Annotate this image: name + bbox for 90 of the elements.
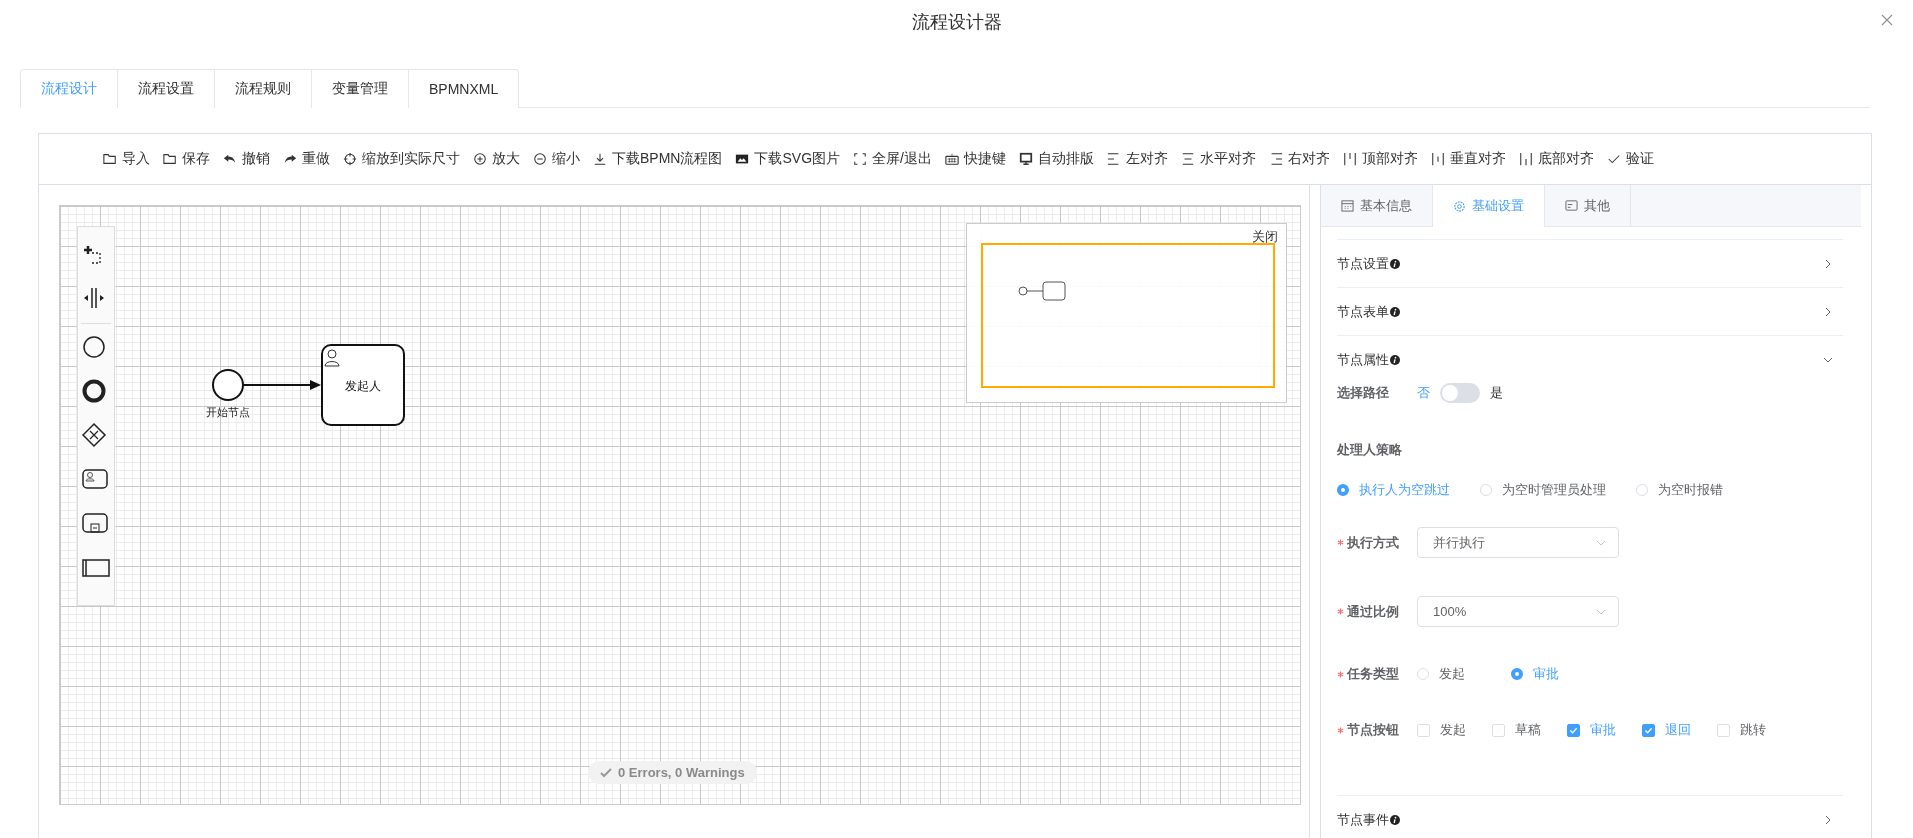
radio-option[interactable]: 为空时报错	[1636, 481, 1723, 499]
toolbar-button[interactable]: 底部对齐	[1518, 150, 1594, 168]
calendar-icon	[1341, 199, 1354, 212]
chevron-right-icon	[1823, 306, 1833, 317]
toggle-switch[interactable]	[1440, 383, 1480, 403]
tab[interactable]: 流程设置	[117, 69, 214, 108]
sequence-flow-arrow[interactable]	[242, 380, 321, 390]
info-icon	[1390, 258, 1400, 269]
info-icon	[1390, 306, 1400, 317]
download-icon	[593, 152, 607, 166]
field-label: 通过比例	[1347, 602, 1399, 621]
user-task-tool-icon[interactable]	[82, 466, 110, 492]
toolbar-button[interactable]: 顶部对齐	[1342, 150, 1418, 168]
toolbar-button[interactable]: 自动排版	[1018, 150, 1094, 168]
collapse-header[interactable]: 节点设置	[1337, 239, 1843, 287]
zoom-in-icon	[473, 152, 487, 166]
field-label: 执行方式	[1347, 533, 1399, 552]
field-label: 选择路径	[1337, 384, 1390, 402]
user-task[interactable]	[321, 344, 405, 426]
section-title: 节点事件	[1337, 810, 1389, 829]
checkbox-option[interactable]: 跳转	[1717, 721, 1766, 739]
subprocess-tool-icon[interactable]	[82, 510, 110, 536]
monitor-icon	[1018, 152, 1033, 166]
toolbar-button[interactable]: 快捷键	[944, 150, 1006, 168]
zoom-out-icon	[533, 152, 547, 166]
switch-on-label: 是	[1490, 384, 1503, 402]
toolbar-button[interactable]: 左对齐	[1106, 150, 1168, 168]
keyboard-icon	[944, 152, 959, 166]
image-icon	[735, 152, 750, 166]
toolbar-button[interactable]: 放大	[473, 150, 520, 168]
toolbar-button[interactable]: 缩放到实际尺寸	[343, 150, 460, 168]
toolbar-button[interactable]: 缩小	[533, 150, 580, 168]
tab[interactable]: 变量管理	[311, 69, 408, 108]
toolbar-button[interactable]: 保存	[163, 150, 210, 168]
align-middle-icon	[1430, 152, 1445, 166]
radio-option[interactable]: 为空时管理员处理	[1480, 481, 1606, 499]
toolbar-button[interactable]: 右对齐	[1268, 150, 1330, 168]
diagram-canvas[interactable]: 开始节点 发起人 关闭 0 Errors, 0 Warnings	[59, 205, 1301, 805]
switch-off-label: 否	[1417, 384, 1430, 402]
minimap[interactable]: 关闭	[966, 223, 1287, 403]
field-label: 节点按钮	[1347, 721, 1399, 739]
toolbar-button[interactable]: 重做	[283, 150, 330, 168]
folder-icon	[163, 152, 177, 166]
toolbar-button[interactable]: 验证	[1606, 150, 1654, 168]
toolbar-button[interactable]: 水平对齐	[1180, 150, 1256, 168]
info-icon	[1390, 814, 1400, 825]
toolbar-button[interactable]: 导入	[103, 150, 150, 168]
align-bottom-icon	[1518, 152, 1533, 166]
task-label: 发起人	[345, 379, 381, 393]
chevron-right-icon	[1823, 258, 1833, 269]
field-label: 任务类型	[1347, 665, 1399, 683]
align-center-icon	[1180, 152, 1195, 166]
fullscreen-icon	[853, 152, 868, 166]
toolbar-button[interactable]: 下载BPMN流程图	[593, 150, 723, 168]
dialog-title: 流程设计器	[911, 11, 1002, 34]
toolbar-button[interactable]: 垂直对齐	[1430, 150, 1506, 168]
section-subtitle: 处理人策略	[1337, 441, 1403, 459]
chevron-right-icon	[1823, 814, 1833, 825]
check-icon	[1606, 152, 1621, 166]
select-field[interactable]: 100%	[1417, 596, 1619, 627]
select-field[interactable]: 并行执行	[1417, 527, 1619, 558]
toolbar-button[interactable]: 下载SVG图片	[735, 150, 841, 168]
start-event[interactable]	[212, 369, 244, 401]
collapse-header[interactable]: 节点属性	[1337, 335, 1843, 383]
align-top-icon	[1342, 152, 1357, 166]
checkbox-option[interactable]: 草稿	[1492, 721, 1541, 739]
check-icon	[600, 766, 612, 779]
settings-icon	[1453, 199, 1466, 213]
minimap-close-button[interactable]: 关闭	[1252, 228, 1278, 246]
section-title: 节点属性	[1337, 350, 1389, 369]
lint-status: 0 Errors, 0 Warnings	[618, 765, 745, 780]
info-icon	[1390, 354, 1400, 365]
section-title: 节点设置	[1337, 254, 1389, 273]
collapse-header[interactable]: 节点表单	[1337, 287, 1843, 335]
tab[interactable]: BPMNXML	[408, 69, 520, 108]
card-icon	[1565, 199, 1578, 212]
collapse-header[interactable]: 节点事件	[1337, 795, 1843, 838]
toolbar-button[interactable]: 撤销	[223, 150, 270, 168]
toolbar-button[interactable]: 全屏/退出	[853, 150, 932, 168]
radio-option[interactable]: 发起	[1417, 665, 1465, 683]
crosshair-icon	[343, 152, 357, 166]
align-left-icon	[1106, 152, 1121, 166]
start-event-label: 开始节点	[206, 406, 250, 418]
panel-tab[interactable]: 其他	[1545, 185, 1631, 226]
checkbox-option[interactable]: 发起	[1417, 721, 1466, 739]
section-title: 节点表单	[1337, 302, 1389, 321]
user-icon	[324, 349, 340, 367]
folder-icon	[103, 152, 117, 166]
close-icon[interactable]	[1881, 14, 1893, 26]
tab[interactable]: 流程规则	[214, 69, 311, 108]
